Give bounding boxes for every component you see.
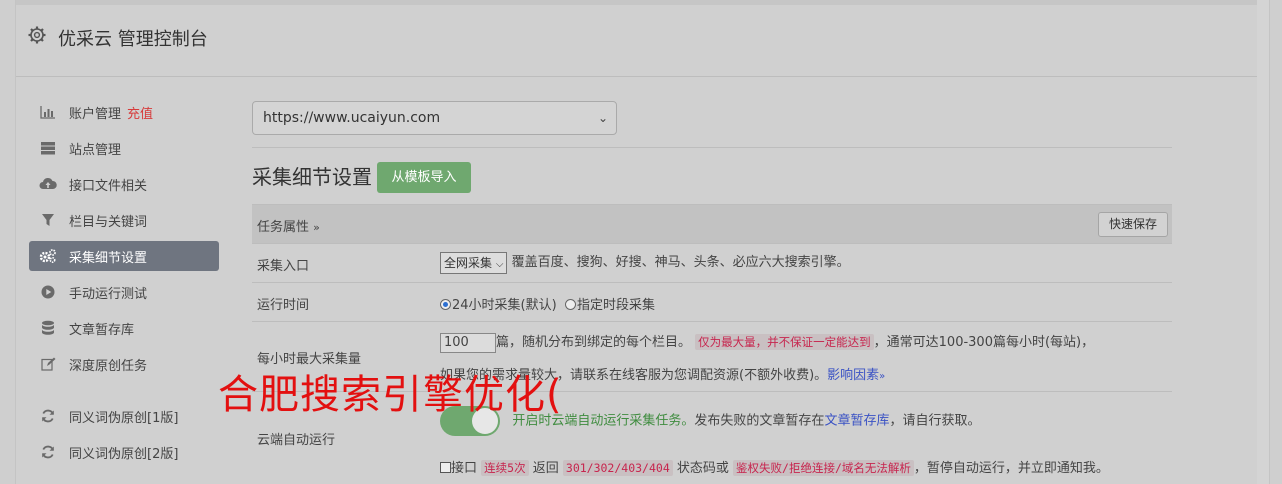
quick-save-button[interactable]: 快速保存 bbox=[1098, 212, 1168, 237]
section-title: 采集细节设置 bbox=[252, 165, 372, 189]
chevron-double-down-icon: » bbox=[879, 371, 886, 382]
entry-label: 采集入口 bbox=[257, 259, 310, 274]
article-store-link[interactable]: 文章暂存库 bbox=[824, 414, 889, 429]
divider bbox=[252, 147, 1172, 148]
sidebar-item-article-store[interactable]: 文章暂存库 bbox=[29, 313, 219, 343]
influence-factors-link[interactable]: 影响因素» bbox=[827, 368, 885, 383]
sidebar: 账户管理 充值 站点管理 接口文件相关 栏目与关键词 采集细节设置 手动运行测试… bbox=[29, 97, 219, 473]
runtime-radio-scheduled[interactable] bbox=[564, 299, 576, 310]
sidebar-item-synonym-v2[interactable]: 同义词伪原创[2版] bbox=[29, 437, 219, 467]
runtime-opt2: 指定时段采集 bbox=[576, 298, 655, 313]
overlay-watermark-text: 合肥搜索引擎优化( bbox=[218, 372, 563, 418]
influence-link-text: 影响因素 bbox=[827, 368, 880, 383]
entry-select-value: 全网采集 bbox=[444, 255, 493, 270]
bar-chart-icon bbox=[39, 104, 57, 120]
runtime-radio-24h[interactable] bbox=[440, 299, 451, 310]
sidebar-item-label: 栏目与关键词 bbox=[69, 214, 148, 230]
cloud-auto-label: 云端自动运行 bbox=[257, 433, 336, 448]
entry-select[interactable]: 全网采集 ⌵ bbox=[440, 251, 508, 274]
code-auth-fail: 鉴权失败/拒绝连接/域名无法解析 bbox=[733, 460, 914, 476]
filter-icon bbox=[39, 212, 57, 228]
cloud-auto-line2: 接口 连续5次 返回 301/302/403/404 状态码或 鉴权失败/拒绝连… bbox=[440, 457, 1109, 476]
sidebar-item-account[interactable]: 账户管理 充值 bbox=[29, 97, 219, 127]
sidebar-item-sites[interactable]: 站点管理 bbox=[29, 133, 219, 163]
server-icon bbox=[39, 140, 57, 156]
max-text1: 篇，随机分布到绑定的每个栏目。 bbox=[496, 335, 692, 350]
notify-checkbox[interactable] bbox=[440, 462, 451, 473]
sidebar-item-interface[interactable]: 接口文件相关 bbox=[29, 169, 219, 199]
runtime-opt1: 24小时采集(默认) bbox=[452, 298, 557, 313]
runtime-options: 24小时采集(默认) 指定时段采集 bbox=[440, 294, 655, 313]
cloud-text3: 返回 bbox=[532, 461, 559, 476]
cloud-upload-icon bbox=[39, 176, 57, 192]
database-icon bbox=[39, 320, 57, 336]
import-template-button[interactable]: 从模板导入 bbox=[377, 162, 471, 193]
code-status: 301/302/403/404 bbox=[562, 460, 673, 476]
refresh-icon bbox=[39, 444, 57, 460]
edit-icon bbox=[39, 356, 57, 372]
sidebar-item-manual-run[interactable]: 手动运行测试 bbox=[29, 277, 219, 307]
task-attr-label: 任务属性 bbox=[257, 220, 310, 235]
site-select[interactable]: https://www.ucaiyun.com ⌄ bbox=[252, 101, 617, 135]
chevron-down-icon: ⌄ bbox=[597, 111, 608, 125]
cloud-text5: ，暂停自动运行，并立即通知我。 bbox=[913, 461, 1109, 476]
page-title: 优采云 管理控制台 bbox=[58, 29, 208, 50]
sidebar-item-label: 深度原创任务 bbox=[69, 358, 148, 374]
play-circle-icon bbox=[39, 284, 57, 300]
chevron-down-icon: ⌵ bbox=[495, 258, 504, 270]
page-header: 优采云 管理控制台 bbox=[16, 5, 1269, 77]
code-5times: 连续5次 bbox=[481, 460, 529, 476]
sidebar-item-label: 采集细节设置 bbox=[69, 250, 148, 266]
sidebar-item-label: 站点管理 bbox=[69, 142, 122, 158]
table-row: 运行时间 24小时采集(默认) 指定时段采集 bbox=[252, 282, 1172, 321]
table-row: 采集入口 全网采集 ⌵ 覆盖百度、搜狗、好搜、神马、头条、必应六大搜索引擎。 bbox=[252, 243, 1172, 282]
max-text2: ，通常可达100-300篇每小时(每站)， bbox=[873, 335, 1095, 350]
cloud-text1: 发布失败的文章暂存在 bbox=[694, 413, 825, 429]
cloud-text2: ，请自行获取。 bbox=[889, 413, 981, 429]
gear-icon bbox=[28, 26, 46, 44]
sidebar-item-synonym-v1[interactable]: 同义词伪原创[1版] bbox=[29, 401, 219, 431]
refresh-icon bbox=[39, 408, 57, 424]
table-header-row: 任务属性 » 快速保存 bbox=[252, 204, 1172, 243]
sidebar-item-label: 文章暂存库 bbox=[69, 322, 135, 338]
sidebar-item-label: 接口文件相关 bbox=[69, 178, 148, 194]
console-frame: 优采云 管理控制台 账户管理 充值 站点管理 接口文件相关 栏目与关键词 采集细… bbox=[15, 0, 1270, 484]
sidebar-divider bbox=[29, 385, 219, 401]
site-select-value: https://www.ucaiyun.com bbox=[263, 110, 441, 126]
sidebar-item-label: 账户管理 bbox=[69, 106, 122, 122]
cloud-text4: 状态码或 bbox=[676, 461, 729, 476]
sidebar-item-columns[interactable]: 栏目与关键词 bbox=[29, 205, 219, 235]
recharge-link[interactable]: 充值 bbox=[127, 103, 153, 122]
sidebar-item-label: 同义词伪原创[1版] bbox=[69, 410, 179, 426]
chk-label: 接口 bbox=[451, 461, 478, 476]
max-per-hour-line1: 100 篇，随机分布到绑定的每个栏目。 仅为最大量，并不保证一定能达到 ，通常可达1… bbox=[440, 331, 1094, 353]
sidebar-item-deep-original[interactable]: 深度原创任务 bbox=[29, 349, 219, 379]
chevron-double-down-icon: » bbox=[313, 221, 320, 234]
sidebar-item-collect-settings[interactable]: 采集细节设置 bbox=[29, 241, 219, 271]
max-per-hour-input[interactable]: 100 bbox=[440, 332, 496, 353]
entry-value: 全网采集 ⌵ 覆盖百度、搜狗、好搜、神马、头条、必应六大搜索引擎。 bbox=[440, 251, 850, 274]
sidebar-item-label: 同义词伪原创[2版] bbox=[69, 446, 179, 462]
sidebar-item-label: 手动运行测试 bbox=[69, 286, 148, 302]
runtime-label: 运行时间 bbox=[257, 298, 310, 313]
entry-desc: 覆盖百度、搜狗、好搜、神马、头条、必应六大搜索引擎。 bbox=[511, 255, 850, 270]
max-note-code: 仅为最大量，并不保证一定能达到 bbox=[695, 334, 874, 350]
scrollbar[interactable] bbox=[1257, 0, 1269, 484]
gears-icon bbox=[39, 248, 57, 264]
task-attr-toggle[interactable]: 任务属性 » bbox=[257, 216, 320, 235]
